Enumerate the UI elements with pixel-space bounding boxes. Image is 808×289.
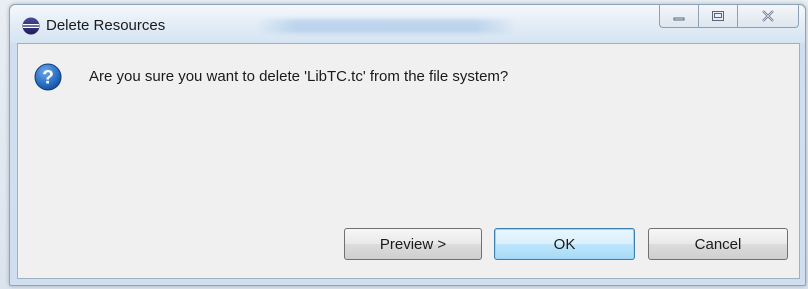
blurred-background-text — [256, 19, 516, 33]
dialog-body: ? Are you sure you want to delete 'LibTC… — [17, 43, 800, 279]
minimize-button[interactable] — [659, 5, 698, 28]
svg-text:?: ? — [42, 68, 54, 89]
cancel-button[interactable]: Cancel — [648, 228, 788, 260]
ok-button[interactable]: OK — [494, 228, 635, 260]
maximize-icon — [712, 11, 724, 21]
caption-buttons — [659, 5, 799, 28]
preview-button[interactable]: Preview > — [344, 228, 482, 260]
title-bar[interactable]: Delete Resources — [10, 5, 805, 43]
window-title: Delete Resources — [46, 17, 166, 34]
minimize-icon — [673, 17, 685, 21]
question-icon: ? — [34, 63, 62, 91]
eclipse-icon — [22, 17, 40, 35]
confirmation-message: Are you sure you want to delete 'LibTC.t… — [89, 68, 509, 85]
delete-resources-dialog: Delete Resources ? Are you sure you want… — [9, 4, 806, 286]
maximize-button[interactable] — [698, 5, 737, 28]
close-button[interactable] — [737, 5, 799, 28]
close-icon — [762, 10, 774, 22]
